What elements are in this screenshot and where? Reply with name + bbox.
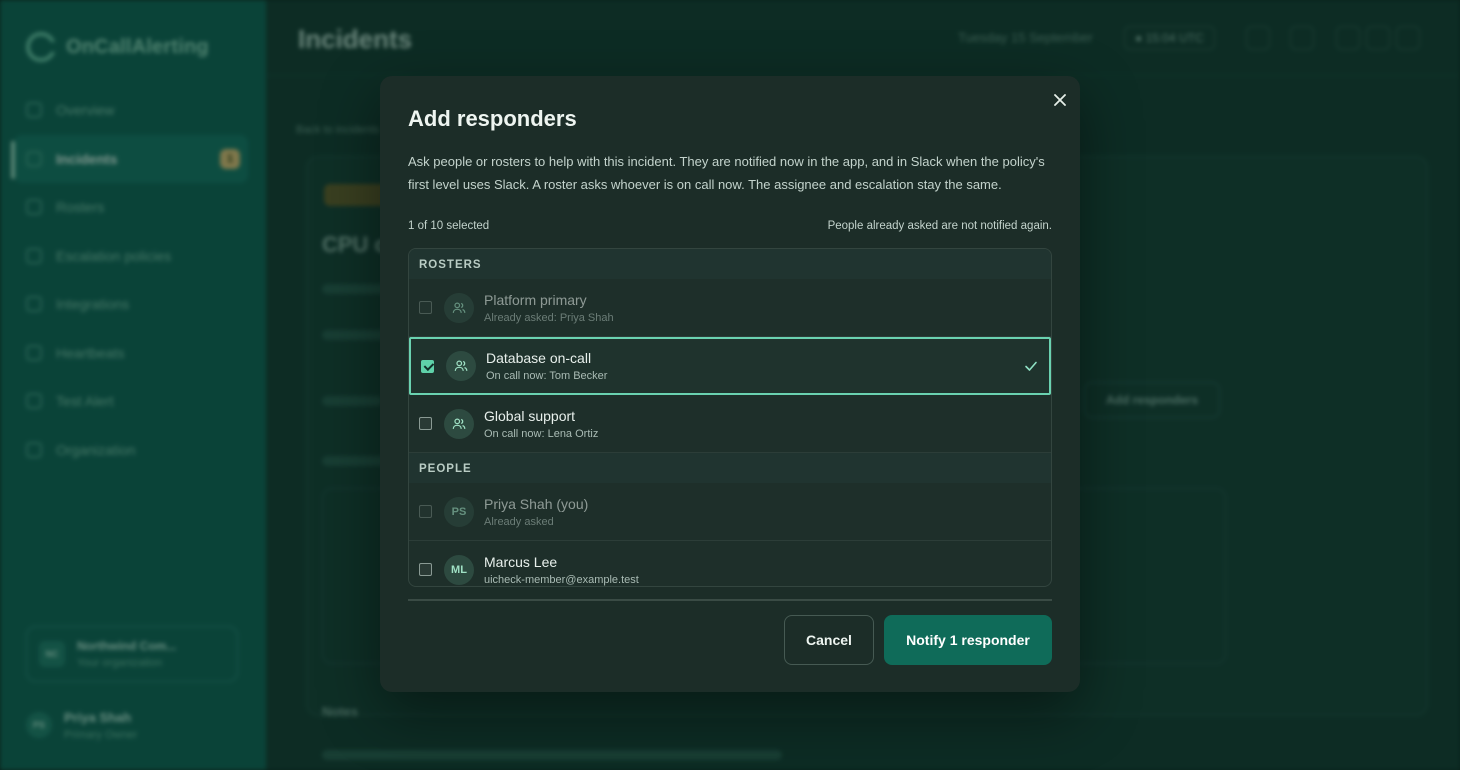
person-checkbox[interactable] [419,563,432,576]
add-responders-dialog: Add responders Ask people or rosters to … [380,76,1080,692]
rosters-section-header: ROSTERS [409,249,1051,279]
already-asked-note: People already asked are not notified ag… [827,220,1052,232]
person-email: uicheck-member@example.test [484,573,639,586]
notify-responders-button[interactable]: Notify 1 responder [884,615,1052,665]
roster-checkbox[interactable] [419,417,432,430]
avatar: PS [444,496,474,527]
person-option-marcus-lee[interactable]: ML Marcus Lee uicheck-member@example.tes… [409,541,1051,586]
roster-option-platform-primary: Platform primary Already asked: Priya Sh… [409,279,1051,337]
roster-icon [444,292,474,323]
roster-checkbox [419,301,432,314]
dialog-description: Ask people or rosters to help with this … [408,154,1045,192]
roster-option-database-on-call[interactable]: Database on-call On call now: Tom Becker [409,337,1051,395]
avatar: ML [444,554,474,585]
close-icon [1054,94,1066,106]
roster-icon [446,351,476,381]
dialog-title: Add responders [408,106,577,131]
selection-count: 1 of 10 selected [408,220,490,232]
roster-name: Database on-call [486,350,592,366]
roster-name: Platform primary [484,291,587,308]
person-option-priya-shah: PS Priya Shah (you) Already asked [409,483,1051,541]
roster-icon [444,408,474,439]
cancel-button[interactable]: Cancel [784,615,874,665]
roster-option-global-support[interactable]: Global support On call now: Lena Ortiz [409,395,1051,453]
check-icon [1025,361,1037,371]
people-section-header: PEOPLE [409,453,1051,483]
close-button[interactable] [1048,88,1072,112]
roster-status: Already asked: Priya Shah [484,311,614,324]
footer-divider [408,599,1052,601]
person-name: Priya Shah (you) [484,495,589,512]
roster-status: On call now: Tom Becker [486,370,608,382]
roster-name: Global support [484,407,576,424]
person-name: Marcus Lee [484,553,558,570]
roster-status: On call now: Lena Ortiz [484,427,599,440]
person-checkbox [419,505,432,518]
responder-list[interactable]: ROSTERS Platform primary Already asked: … [408,248,1052,587]
person-status: Already asked [484,515,554,528]
roster-checkbox[interactable] [421,359,434,373]
